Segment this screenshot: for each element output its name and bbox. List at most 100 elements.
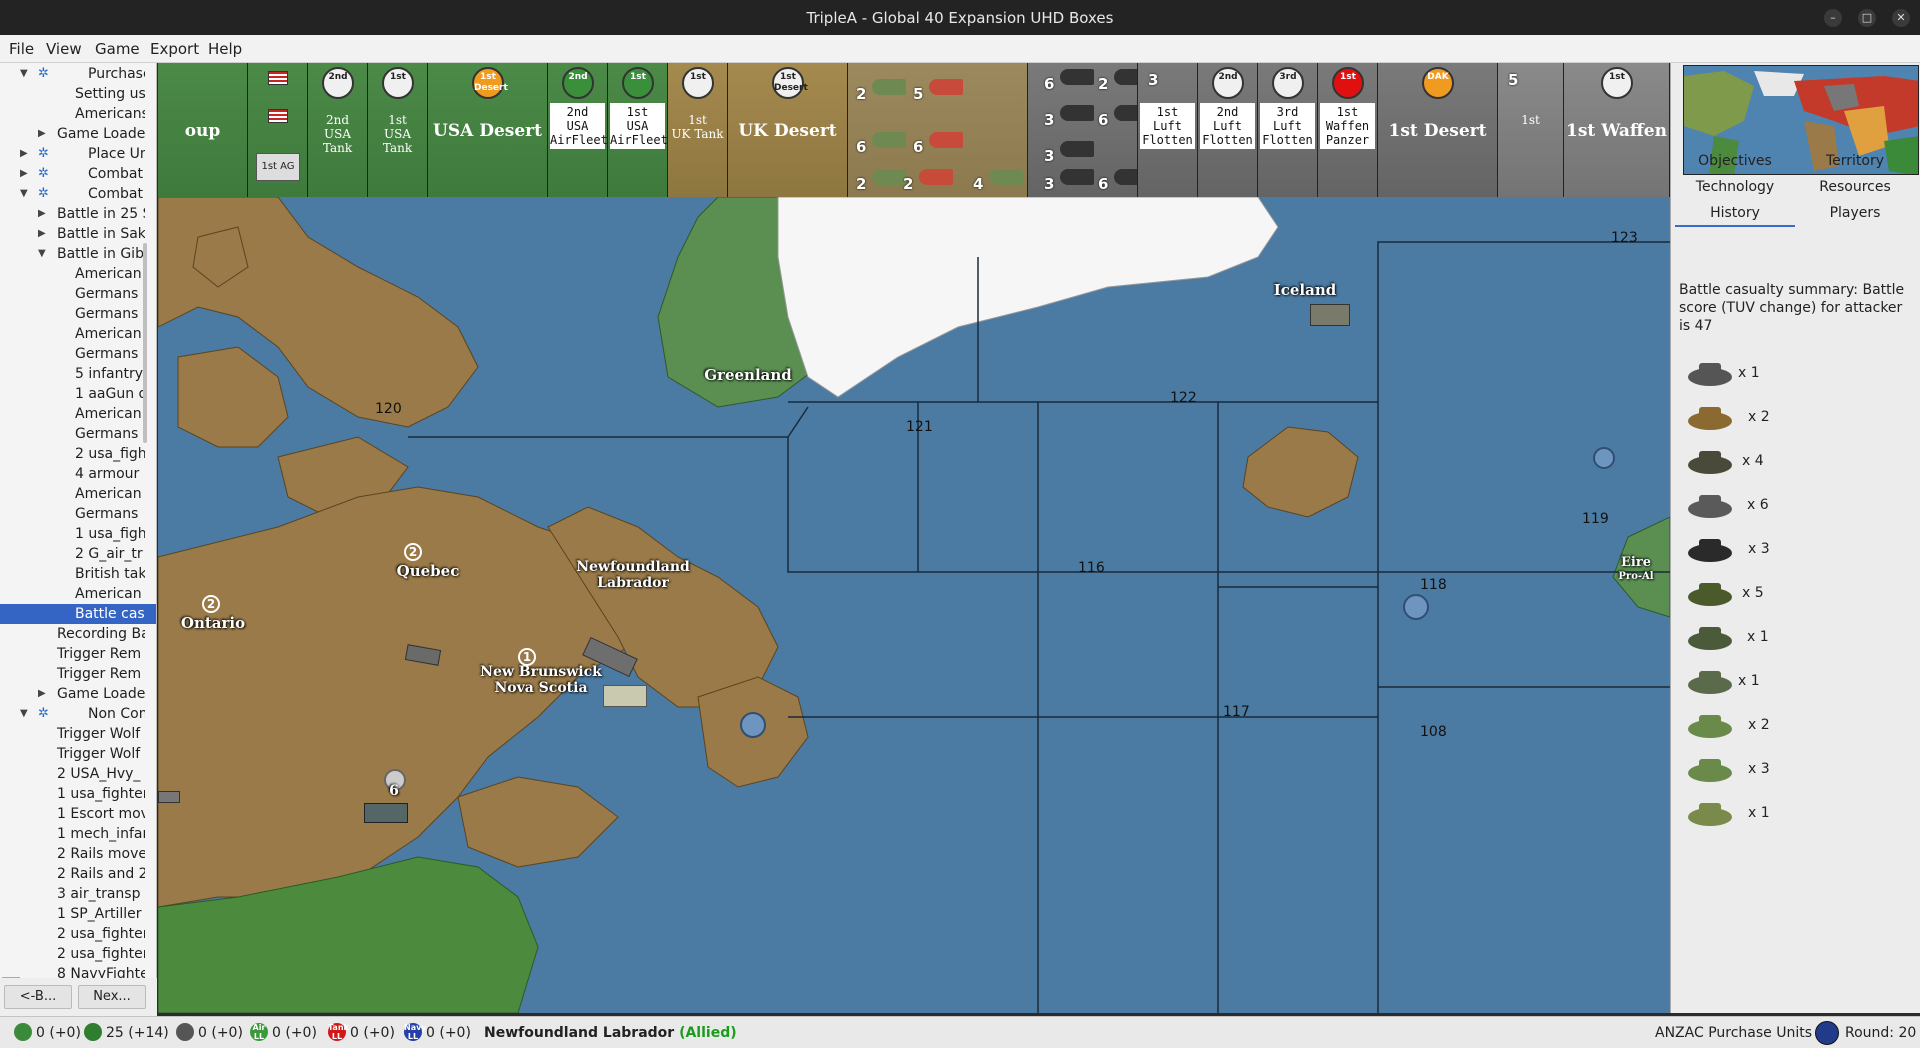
tree-node[interactable]: Trigger Wolf — [0, 744, 145, 764]
tree-node[interactable]: British tak — [0, 564, 145, 584]
unit-group-c16[interactable]: 1st 5 — [1498, 63, 1564, 197]
expand-down-icon[interactable]: ▼ — [20, 704, 28, 724]
unit-group-c0[interactable]: oup — [158, 63, 248, 197]
unit-group-c13[interactable]: 3rd 3rd Luft Flotten — [1258, 63, 1318, 197]
tree-node[interactable]: Trigger Rem — [0, 644, 145, 664]
tree-node[interactable]: Germans — [0, 344, 145, 364]
maximize-icon[interactable]: □ — [1858, 9, 1876, 27]
expand-down-icon[interactable]: ▼ — [38, 244, 46, 264]
expand-right-icon[interactable]: ▶ — [20, 164, 28, 184]
tree-node[interactable]: American — [0, 324, 145, 344]
unit-group-c12[interactable]: 2nd 2nd Luft Flotten — [1198, 63, 1258, 197]
expand-right-icon[interactable]: ▶ — [38, 224, 46, 244]
tank-icon[interactable] — [158, 791, 180, 803]
unit-group-c17[interactable]: 1st 1st Waffen — [1564, 63, 1670, 197]
tree-node[interactable]: ▼ ✲ Non Combat — [0, 704, 145, 724]
tree-node[interactable]: Germans — [0, 304, 145, 324]
tree-node[interactable]: 1 usa_figh — [0, 524, 145, 544]
tab-technology[interactable]: Technology — [1675, 179, 1795, 195]
factory-icon[interactable] — [1310, 304, 1350, 326]
tree-node[interactable]: 5 infantry — [0, 364, 145, 384]
tree-scrollbar[interactable] — [143, 243, 147, 443]
expand-right-icon[interactable]: ▶ — [38, 204, 46, 224]
tree-node[interactable]: 1 Escort mov — [0, 804, 145, 824]
unit-group-c14[interactable]: 1st 1st Waffen Panzer — [1318, 63, 1378, 197]
expand-down-icon[interactable]: ▼ — [20, 64, 28, 84]
tab-players[interactable]: Players — [1795, 205, 1915, 221]
tree-node[interactable]: Trigger Wolf — [0, 724, 145, 744]
artillery-icon[interactable] — [364, 803, 408, 823]
tree-node[interactable]: American — [0, 404, 145, 424]
tree-node[interactable]: 1 mech_infar — [0, 824, 145, 844]
expand-right-icon[interactable]: ▶ — [38, 684, 46, 704]
unit-group-c4[interactable]: 1st Desert USA Desert — [428, 63, 548, 197]
tree-node[interactable]: ▼ ✲ Purchase Un — [0, 64, 145, 84]
tree-node[interactable]: 2 usa_fighter — [0, 924, 145, 944]
submarine-marker-icon[interactable] — [740, 712, 766, 738]
tree-node[interactable]: Battle cas — [0, 604, 156, 624]
unit-group-c3[interactable]: 1st 1st USA Tank — [368, 63, 428, 197]
tree-node[interactable]: ▶ Game Loade — [0, 684, 145, 704]
unit-group-c10[interactable]: 6 2 3 6 3 3 6 — [1028, 63, 1138, 197]
aircraft-carrier-icon[interactable] — [603, 685, 647, 707]
tree-node[interactable]: 4 armour — [0, 464, 145, 484]
unit-group-c7[interactable]: 1st 1st UK Tank — [668, 63, 728, 197]
tree-node[interactable]: 1 usa_fighter — [0, 784, 145, 804]
tree-node[interactable]: ▶ ✲ Combat Move — [0, 164, 145, 184]
tree-node[interactable]: 2 Rails and 2 — [0, 864, 145, 884]
expand-down-icon[interactable]: ▼ — [20, 184, 28, 204]
unit-group-c5[interactable]: 2nd 2nd USA AirFleet — [548, 63, 608, 197]
menu-export[interactable]: Export — [150, 40, 199, 58]
tree-node[interactable]: Germans — [0, 504, 145, 524]
tree-node[interactable]: 3 air_transp — [0, 884, 145, 904]
unit-group-c9[interactable]: 2 5 6 6 2 2 4 — [848, 63, 1028, 197]
unit-group-c2[interactable]: 2nd 2nd USA Tank — [308, 63, 368, 197]
tree-node[interactable]: American — [0, 584, 145, 604]
tree-node[interactable]: Germans — [0, 284, 145, 304]
tab-objectives[interactable]: Objectives — [1675, 153, 1795, 169]
tree-node[interactable]: Trigger Rem — [0, 664, 145, 684]
minimize-icon[interactable]: – — [1824, 9, 1842, 27]
close-icon[interactable]: ✕ — [1892, 9, 1910, 27]
unit-group-c1[interactable]: 1st AG — [248, 63, 308, 197]
menu-view[interactable]: View — [46, 40, 82, 58]
tree-node[interactable]: ▶ Battle in Sakl — [0, 224, 145, 244]
unit-group-c11[interactable]: 1st Luft Flotten 3 — [1138, 63, 1198, 197]
tab-history[interactable]: History — [1675, 205, 1795, 227]
back-button[interactable]: <-B... — [4, 985, 72, 1009]
tree-node[interactable]: ▼ Battle in Gibr — [0, 244, 145, 264]
tree-node[interactable]: 8 NavyFighte — [0, 964, 145, 978]
submarine-marker-icon[interactable] — [1593, 447, 1615, 469]
tab-resources[interactable]: Resources — [1795, 179, 1915, 195]
tree-node[interactable]: 2 usa_figh — [0, 444, 145, 464]
menu-help[interactable]: Help — [208, 40, 242, 58]
tree-node[interactable]: ▶ Battle in 25 S — [0, 204, 145, 224]
tree-node[interactable]: Setting uses — [0, 84, 145, 104]
game-map[interactable]: Greenland Iceland Quebec Ontario Newfoun… — [158, 197, 1670, 1013]
tree-node[interactable]: 2 G_air_tr — [0, 544, 145, 564]
submarine-marker-icon[interactable] — [1403, 594, 1429, 620]
tree-node[interactable]: American — [0, 484, 145, 504]
tree-node[interactable]: American — [0, 264, 145, 284]
next-button[interactable]: Nex... — [78, 985, 146, 1009]
expand-right-icon[interactable]: ▶ — [38, 124, 46, 144]
tree-node[interactable]: 1 aaGun o — [0, 384, 145, 404]
tree-node[interactable]: ▶ Game Loade — [0, 124, 145, 144]
expand-right-icon[interactable]: ▶ — [20, 144, 28, 164]
tree-node[interactable]: ▶ ✲ Place Units — [0, 144, 145, 164]
tab-territory[interactable]: Territory — [1795, 153, 1915, 169]
unit-group-c6[interactable]: 1st 1st USA AirFleet — [608, 63, 668, 197]
tree-node[interactable]: Germans — [0, 424, 145, 444]
tree-node[interactable]: 1 SP_Artiller — [0, 904, 145, 924]
tree-node[interactable]: 2 usa_fighter — [0, 944, 145, 964]
tree-node[interactable]: Recording Ba — [0, 624, 145, 644]
menu-game[interactable]: Game — [95, 40, 140, 58]
tree-node[interactable]: ▼ ✲ Combat — [0, 184, 145, 204]
tree-node[interactable]: 2 USA_Hvy_ — [0, 764, 145, 784]
history-tree[interactable]: ▼ ✲ Purchase Un Setting uses Americans b ▶ Gam… — [0, 63, 157, 978]
unit-group-c8[interactable]: 1st Desert UK Desert — [728, 63, 848, 197]
unit-group-c15[interactable]: DAK 1st Desert — [1378, 63, 1498, 197]
tree-node[interactable]: Americans b — [0, 104, 145, 124]
tree-node[interactable]: 2 Rails move — [0, 844, 145, 864]
menu-file[interactable]: File — [9, 40, 34, 58]
